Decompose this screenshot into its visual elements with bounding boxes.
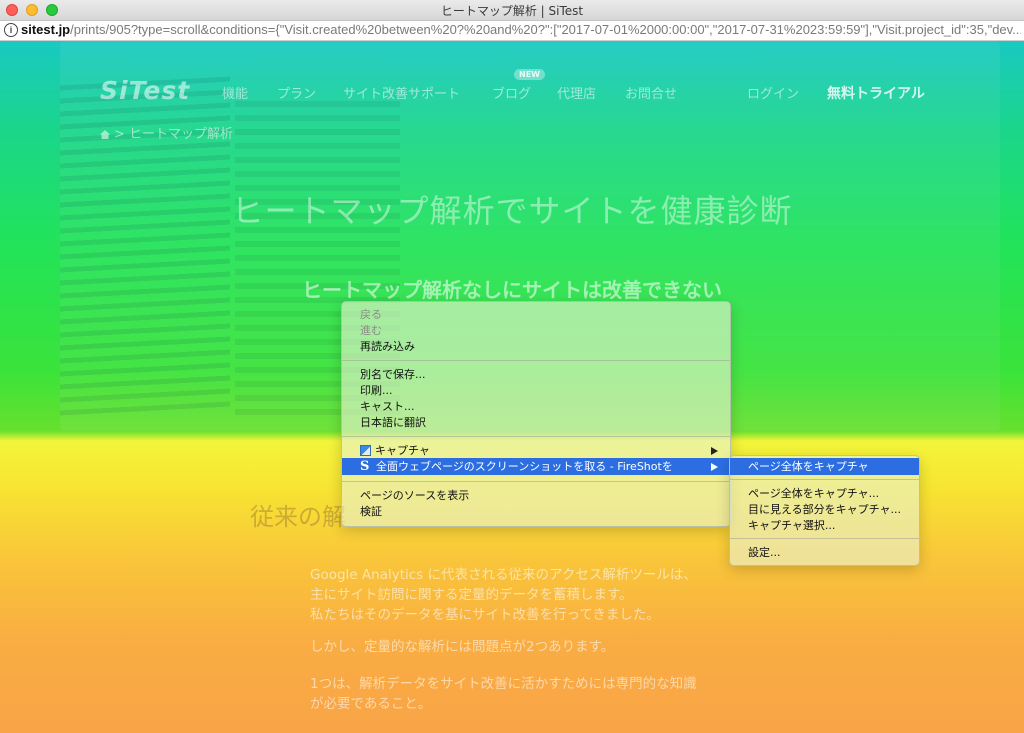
menu-separator bbox=[342, 481, 730, 482]
menu-item-view-source[interactable]: ページのソースを表示 bbox=[360, 488, 469, 503]
submenu-arrow-icon bbox=[711, 447, 718, 455]
submenu-arrow-icon bbox=[711, 463, 718, 471]
menu-separator bbox=[342, 360, 730, 361]
body-line: しかし、定量的な解析には問題点が2つあります。 bbox=[310, 639, 615, 655]
site-logo[interactable]: SiTest bbox=[100, 76, 190, 105]
menu-item-inspect[interactable]: 検証 bbox=[360, 504, 382, 519]
window-title: ヒートマップ解析 | SiTest bbox=[440, 4, 584, 18]
menu-item-forward[interactable]: 進む bbox=[360, 323, 382, 338]
menu-separator bbox=[730, 538, 919, 539]
body-line: が必要であること。 bbox=[310, 696, 432, 712]
menu-separator bbox=[730, 479, 919, 480]
menu-item-translate[interactable]: 日本語に翻訳 bbox=[360, 415, 426, 430]
menu-item-capture-label: キャプチャ bbox=[375, 444, 430, 457]
fireshot-icon: S bbox=[360, 459, 370, 474]
section-title: 従来の解 bbox=[250, 503, 346, 531]
submenu-capture-selection[interactable]: キャプチャ選択... bbox=[748, 518, 835, 533]
url-text[interactable]: sitest.jp/prints/905?type=scroll&conditi… bbox=[21, 22, 1021, 37]
nav-item-plans[interactable]: プラン bbox=[277, 83, 316, 102]
nav-item-blog[interactable]: ブログ bbox=[492, 83, 531, 102]
nav-item-features[interactable]: 機能 bbox=[222, 83, 248, 102]
fireshot-submenu: ページ全体をキャプチャ ページ全体をキャプチャ... 目に見える部分をキャプチャ… bbox=[729, 455, 920, 566]
body-line: 私たちはそのデータを基にサイト改善を行ってきました。 bbox=[310, 607, 660, 623]
info-icon[interactable]: i bbox=[4, 23, 18, 37]
submenu-capture-visible[interactable]: 目に見える部分をキャプチャ... bbox=[748, 502, 901, 517]
url-host: sitest.jp bbox=[21, 22, 71, 37]
menu-separator bbox=[342, 436, 730, 437]
body-paragraph-1: Google Analytics に代表される従来のアクセス解析ツールは、 主に… bbox=[310, 565, 697, 625]
nav-trial-button[interactable]: 無料トライアル bbox=[827, 83, 925, 103]
window-title-bar: ヒートマップ解析 | SiTest bbox=[0, 0, 1024, 21]
body-paragraph-2: しかし、定量的な解析には問題点が2つあります。 bbox=[310, 637, 614, 657]
submenu-capture-full-page-more[interactable]: ページ全体をキャプチャ... bbox=[748, 486, 879, 501]
new-badge: NEW bbox=[514, 69, 545, 80]
hero-subtitle: ヒートマップ解析なしにサイトは改善できない bbox=[302, 278, 722, 302]
body-line: Google Analytics に代表される従来のアクセス解析ツールは、 bbox=[310, 567, 697, 583]
body-line: 主にサイト訪問に関する定量的データを蓄積します。 bbox=[310, 587, 633, 603]
hero-title: ヒートマップ解析でサイトを健康診断 bbox=[231, 192, 793, 230]
menu-item-capture[interactable]: キャプチャ bbox=[360, 443, 430, 458]
menu-item-cast[interactable]: キャスト... bbox=[360, 399, 415, 414]
menu-item-fireshot-label: 全面ウェブページのスクリーンショットを取る - FireShotを bbox=[376, 460, 673, 473]
body-paragraph-3: 1つは、解析データをサイト改善に活かすためには専門的な知識 が必要であること。 bbox=[310, 674, 697, 714]
menu-item-print[interactable]: 印刷... bbox=[360, 383, 393, 398]
address-bar[interactable]: i sitest.jp/prints/905?type=scroll&condi… bbox=[0, 21, 1024, 41]
nav-item-agency[interactable]: 代理店 bbox=[557, 83, 596, 102]
submenu-settings[interactable]: 設定... bbox=[748, 545, 781, 560]
menu-item-fireshot[interactable]: S 全面ウェブページのスクリーンショットを取る - FireShotを bbox=[360, 459, 673, 474]
body-line: 1つは、解析データをサイト改善に活かすためには専門的な知識 bbox=[310, 676, 697, 692]
nav-item-support[interactable]: サイト改善サポート bbox=[343, 83, 460, 102]
breadcrumb-separator: > bbox=[114, 127, 125, 142]
submenu-capture-full-page[interactable]: ページ全体をキャプチャ bbox=[748, 459, 869, 474]
breadcrumb: > ヒートマップ解析 bbox=[100, 123, 233, 142]
nav-item-contact[interactable]: お問合せ bbox=[625, 83, 677, 102]
menu-item-save-as[interactable]: 別名で保存... bbox=[360, 367, 426, 382]
menu-item-back[interactable]: 戻る bbox=[360, 307, 382, 322]
url-path: /prints/905?type=scroll&conditions={"Vis… bbox=[70, 22, 1021, 37]
capture-extension-icon bbox=[360, 445, 371, 456]
nav-login-link[interactable]: ログイン bbox=[747, 83, 799, 102]
breadcrumb-current: ヒートマップ解析 bbox=[129, 127, 234, 142]
menu-item-reload[interactable]: 再読み込み bbox=[360, 339, 415, 354]
context-menu: 戻る 進む 再読み込み 別名で保存... 印刷... キャスト... 日本語に翻… bbox=[341, 301, 731, 527]
home-icon[interactable] bbox=[100, 130, 110, 139]
